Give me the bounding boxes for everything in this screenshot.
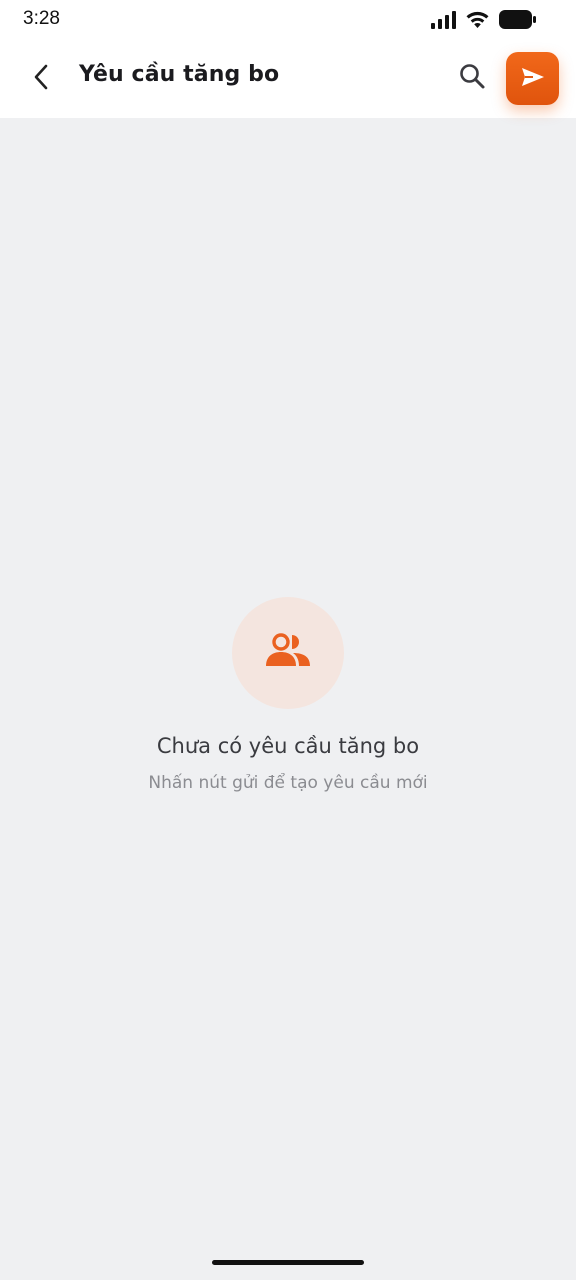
status-time: 3:28 [23, 8, 60, 29]
send-request-button[interactable] [506, 52, 559, 105]
empty-state-icon-circle [232, 597, 344, 709]
home-indicator [212, 1260, 364, 1265]
search-button[interactable] [455, 61, 489, 95]
empty-state-subtitle: Nhấn nút gửi để tạo yêu cầu mới [148, 773, 428, 793]
battery-icon [499, 10, 536, 33]
chevron-left-icon [32, 63, 50, 95]
page-title: Yêu cầu tăng bo [79, 62, 280, 87]
send-icon [521, 67, 545, 91]
cellular-signal-icon [431, 10, 456, 33]
back-button[interactable] [26, 62, 56, 96]
search-icon [458, 62, 486, 94]
users-icon [263, 631, 313, 675]
app-header: 3:28 Yêu cầu tăng bo [0, 0, 576, 118]
wifi-icon [465, 10, 490, 33]
status-icons [431, 10, 536, 33]
empty-state-title: Chưa có yêu cầu tăng bo [156, 734, 420, 758]
empty-state: Chưa có yêu cầu tăng bo Nhấn nút gửi để … [0, 597, 576, 793]
